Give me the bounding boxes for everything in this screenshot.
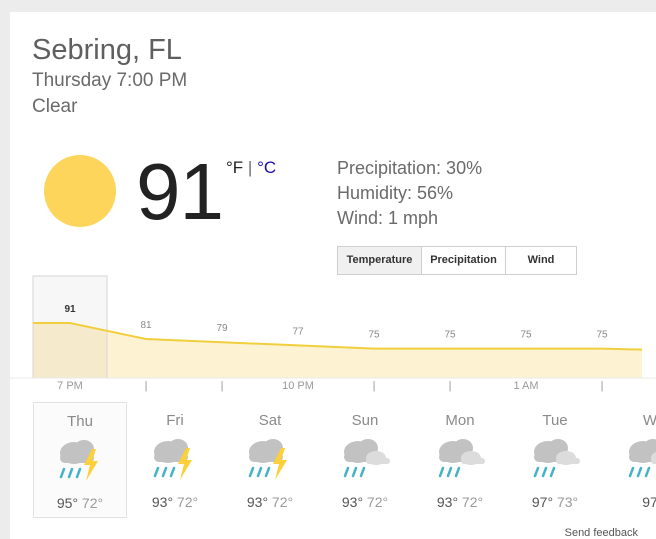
- temperature-point-label: 75: [520, 330, 532, 341]
- thunderstorm-icon: [54, 433, 110, 488]
- day-forecast-thu[interactable]: Thu 95° 72°: [33, 402, 127, 518]
- temperature-point-label: 77: [292, 326, 304, 337]
- day-temperatures: 97° 73°: [508, 494, 602, 510]
- rain-cloud-icon: [338, 432, 394, 487]
- tab-wind[interactable]: Wind: [506, 247, 576, 274]
- temperature-point-label: 75: [368, 330, 380, 341]
- temperature-point-label: 75: [596, 330, 608, 341]
- day-name: Mon: [445, 412, 475, 429]
- unit-separator: |: [243, 158, 258, 177]
- day-name: Sun: [351, 412, 379, 429]
- day-forecast-sat[interactable]: Sat 93° 72°: [223, 402, 317, 518]
- thunderstorm-icon: [243, 432, 299, 487]
- hour-tick: |: [600, 380, 604, 392]
- current-temperature: 91: [136, 147, 224, 236]
- day-temperatures: 95° 72°: [34, 495, 126, 511]
- day-temperatures: 93° 72°: [413, 494, 507, 510]
- chart-tabs: Temperature Precipitation Wind: [337, 246, 577, 275]
- day-high: 93°: [151, 494, 174, 510]
- temperature-point-label: 81: [140, 320, 152, 331]
- unit-fahrenheit[interactable]: °F: [226, 158, 243, 177]
- hour-label: 10 PM: [282, 380, 314, 392]
- day-forecast-tue[interactable]: Tue 97° 73°: [508, 402, 602, 518]
- hour-label: 1 AM: [513, 380, 539, 392]
- day-temperatures: 97: [603, 494, 656, 510]
- day-low: 72°: [458, 494, 484, 510]
- unit-toggle: °F | °C: [226, 158, 276, 178]
- weather-card: Sebring, FL Thursday 7:00 PM Clear 91 °F…: [10, 12, 656, 539]
- day-high: 95°: [56, 495, 79, 511]
- day-name: Tue: [542, 412, 568, 429]
- day-low: 73°: [553, 494, 579, 510]
- hourly-temperature-chart: 91 81 79 77 75 75 75 75: [10, 275, 656, 379]
- tab-precipitation[interactable]: Precipitation: [422, 247, 506, 274]
- day-high: 93°: [436, 494, 459, 510]
- hour-tick: |: [144, 380, 148, 392]
- day-low: 72°: [363, 494, 389, 510]
- day-forecast-fri[interactable]: Fri 93° 72°: [128, 402, 222, 518]
- temperature-area: [33, 323, 642, 378]
- hour-tick: |: [448, 380, 452, 392]
- day-high: 97°: [531, 494, 554, 510]
- day-high: 93°: [246, 494, 269, 510]
- day-name: Thu: [67, 413, 93, 430]
- day-low: 72°: [268, 494, 294, 510]
- tab-temperature[interactable]: Temperature: [338, 247, 422, 274]
- day-name: Sat: [258, 412, 282, 429]
- temperature-point-label: 75: [444, 330, 456, 341]
- datetime-label: Thursday 7:00 PM: [32, 70, 188, 91]
- day-name: Fri: [166, 412, 184, 429]
- precipitation-stat: Precipitation: 30%: [337, 158, 483, 178]
- weather-stats: Precipitation: 30% Humidity: 56% Wind: 1…: [337, 156, 482, 231]
- day-temperatures: 93° 72°: [318, 494, 412, 510]
- rain-cloud-icon: [623, 432, 656, 487]
- temperature-point-label: 79: [216, 323, 228, 334]
- selected-hour-box[interactable]: [32, 275, 108, 379]
- day-forecast-w[interactable]: W 97: [603, 402, 656, 518]
- hour-tick: |: [220, 380, 224, 392]
- day-high: 93°: [341, 494, 364, 510]
- location-title: Sebring, FL: [32, 34, 182, 66]
- humidity-stat: Humidity: 56%: [337, 183, 454, 203]
- unit-celsius-link[interactable]: °C: [257, 158, 276, 177]
- day-forecast-mon[interactable]: Mon 93° 72°: [413, 402, 507, 518]
- temperature-point-label: 91: [64, 304, 76, 315]
- day-low: 72°: [173, 494, 199, 510]
- sun-icon: [44, 155, 116, 227]
- day-temperatures: 93° 72°: [223, 494, 317, 510]
- wind-stat: Wind: 1 mph: [337, 208, 439, 228]
- hour-tick: |: [372, 380, 376, 392]
- day-high: 97: [642, 494, 656, 510]
- rain-cloud-icon: [528, 432, 584, 487]
- condition-label: Clear: [32, 96, 78, 117]
- day-name: W: [642, 412, 656, 429]
- day-temperatures: 93° 72°: [128, 494, 222, 510]
- hour-label: 7 PM: [57, 380, 83, 392]
- day-low: 72°: [78, 495, 104, 511]
- rain-cloud-icon: [433, 432, 489, 487]
- send-feedback-link[interactable]: Send feedback: [565, 527, 638, 539]
- thunderstorm-icon: [148, 432, 204, 487]
- day-forecast-sun[interactable]: Sun 93° 72°: [318, 402, 412, 518]
